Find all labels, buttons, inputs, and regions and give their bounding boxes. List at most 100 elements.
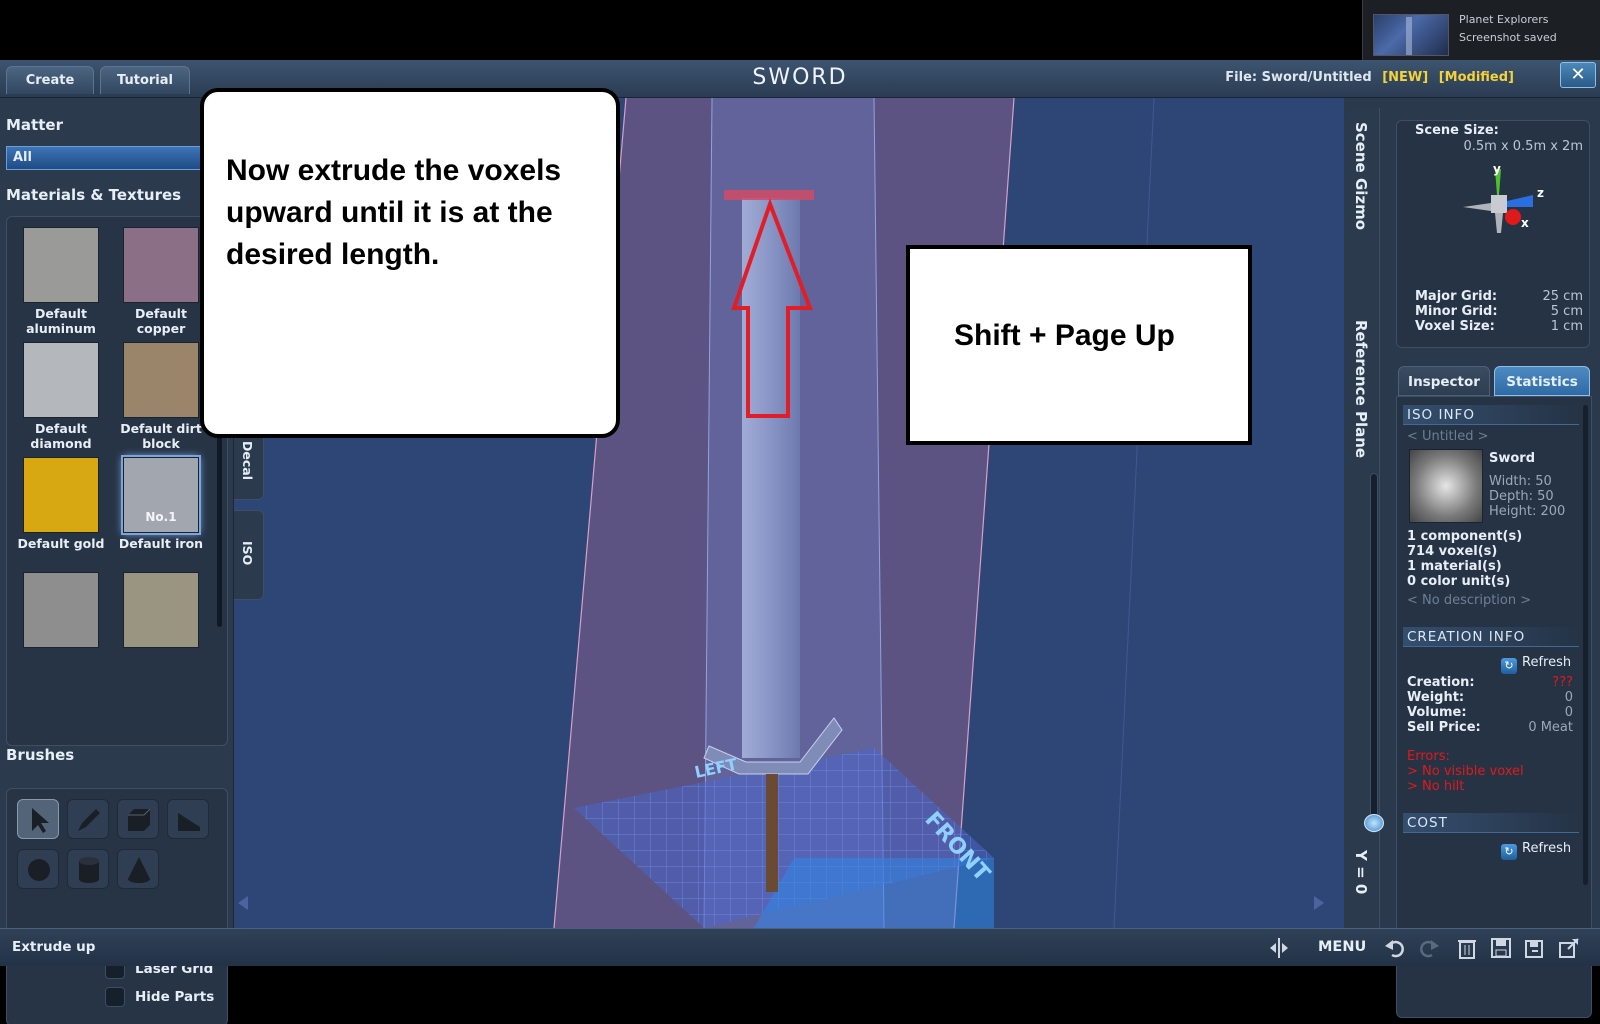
close-button[interactable]: ✕: [1560, 62, 1596, 88]
creation-refresh-button[interactable]: ↻ Refresh: [1501, 655, 1571, 674]
material-swatch: [23, 457, 99, 533]
minor-grid-label: Minor Grid:: [1415, 304, 1498, 319]
material-item[interactable]: [111, 572, 211, 648]
wedge-brush[interactable]: [167, 799, 209, 839]
component-count: 1 component(s): [1407, 529, 1523, 544]
matter-title: Matter: [6, 116, 63, 134]
iso-tab-label: ISO: [240, 541, 255, 566]
new-tag: [NEW]: [1382, 70, 1429, 85]
reference-plane-tab[interactable]: Reference Plane: [1352, 320, 1370, 458]
material-label: Default dirt block: [120, 421, 202, 451]
iso-description[interactable]: < No description >: [1407, 593, 1531, 608]
file-info: File: Sword/Untitled [NEW] [Modified]: [1225, 70, 1514, 85]
trash-icon[interactable]: [1456, 937, 1478, 959]
material-copper[interactable]: Default copper: [111, 227, 211, 336]
material-aluminum[interactable]: Default aluminum: [11, 227, 111, 336]
volume-value: 0: [1564, 705, 1573, 720]
hide-parts-checkbox[interactable]: [105, 987, 125, 1007]
material-diamond[interactable]: Default diamond: [11, 342, 111, 451]
material-swatch: [23, 572, 99, 648]
iso-name[interactable]: < Untitled >: [1407, 429, 1488, 444]
tutorial-tab[interactable]: Tutorial: [100, 66, 190, 94]
menu-button[interactable]: MENU: [1318, 939, 1366, 955]
weight-label: Weight:: [1407, 690, 1465, 705]
scene-gizmo-panel: Scene Size: 0.5m x 0.5m x 2m y z x Major…: [1396, 120, 1590, 348]
brushes-title: Brushes: [6, 746, 75, 764]
sphere-brush[interactable]: [17, 849, 59, 889]
sphere-icon: [28, 859, 50, 881]
voxel-size-label: Voxel Size:: [1415, 319, 1495, 334]
pencil-brush[interactable]: [67, 799, 109, 839]
volume-label: Volume:: [1407, 705, 1467, 720]
select-brush[interactable]: [17, 799, 59, 839]
matter-dropdown[interactable]: All: [6, 146, 202, 170]
editor-title: SWORD: [752, 65, 848, 90]
material-label: Default iron: [118, 536, 204, 551]
cylinder-brush[interactable]: [67, 849, 109, 889]
pencil-icon: [78, 809, 100, 831]
reference-plane-slider[interactable]: [1370, 473, 1378, 833]
bottom-bar: Extrude up MENU: [0, 928, 1600, 966]
decal-tab-label: Decal: [240, 441, 255, 480]
z-axis-label: z: [1537, 186, 1544, 200]
weight-value: 0: [1564, 690, 1573, 705]
axis-gizmo[interactable]: y z x: [1447, 163, 1547, 263]
create-tab[interactable]: Create: [6, 66, 94, 94]
material-iron[interactable]: No.1 Default iron: [111, 457, 211, 551]
export-icon[interactable]: [1558, 937, 1580, 959]
tab-inspector[interactable]: Inspector: [1398, 366, 1490, 396]
color-unit-count: 0 color unit(s): [1407, 574, 1511, 589]
creation-info-header: CREATION INFO: [1403, 627, 1579, 647]
errors-label: Errors:: [1407, 749, 1450, 764]
brushes-panel: Laser Grid Hide Parts: [6, 788, 228, 1024]
material-label: Default aluminum: [26, 306, 96, 336]
decal-tab[interactable]: Decal: [234, 430, 264, 500]
x-axis-label: x: [1521, 216, 1529, 230]
material-swatch: [23, 227, 99, 303]
material-slot-number: No.1: [145, 510, 177, 524]
redo-icon[interactable]: [1418, 937, 1440, 959]
material-swatch: [123, 572, 199, 648]
material-gold[interactable]: Default gold: [11, 457, 111, 551]
materials-grid: Default aluminum Default copper Default dia…: [6, 216, 228, 746]
iso-type: Sword: [1489, 451, 1536, 466]
y-axis-label: y: [1493, 163, 1501, 176]
material-label: Default copper: [135, 306, 187, 336]
shortcut-callout: Shift + Page Up: [906, 245, 1252, 445]
save-as-icon[interactable]: [1524, 937, 1546, 959]
creation-value: ???: [1552, 675, 1573, 690]
material-count: 1 material(s): [1407, 559, 1502, 574]
statistics-scrollbar[interactable]: [1583, 405, 1588, 885]
minor-grid-value: 5 cm: [1550, 304, 1583, 319]
scene-gizmo-tab[interactable]: Scene Gizmo: [1352, 122, 1370, 230]
modified-tag: [Modified]: [1438, 70, 1514, 85]
materials-title: Materials & Textures: [6, 186, 182, 204]
reference-plane-slider-knob[interactable]: [1364, 814, 1384, 832]
box-brush[interactable]: [117, 799, 159, 839]
scene-size-value: 0.5m x 0.5m x 2m: [1463, 139, 1583, 154]
iso-thumbnail-icon: [1409, 449, 1483, 523]
voxel-size-value: 1 cm: [1550, 319, 1583, 334]
notification-message: Screenshot saved: [1459, 31, 1557, 44]
iso-tab[interactable]: ISO: [234, 510, 264, 600]
tab-statistics[interactable]: Statistics: [1494, 366, 1590, 396]
save-icon[interactable]: [1490, 937, 1512, 959]
material-dirt-block[interactable]: Default dirt block: [111, 342, 211, 451]
notification-app-name: Planet Explorers: [1459, 13, 1549, 26]
material-swatch: No.1: [123, 457, 199, 533]
iso-depth: Depth: 50: [1489, 489, 1554, 504]
undo-icon[interactable]: [1384, 937, 1406, 959]
sword-blade: [742, 198, 800, 758]
cone-brush[interactable]: [117, 849, 159, 889]
cone-icon: [128, 857, 150, 883]
refresh-icon: ↻: [1501, 658, 1517, 674]
iso-height: Height: 200: [1489, 504, 1566, 519]
material-item[interactable]: [11, 572, 111, 648]
cost-refresh-button[interactable]: ↻ Refresh: [1501, 841, 1571, 860]
mirror-icon[interactable]: [1268, 937, 1290, 959]
hide-parts-label: Hide Parts: [135, 989, 215, 1005]
material-swatch: [123, 342, 199, 418]
error-no-visible-voxel: > No visible voxel: [1407, 764, 1524, 779]
major-grid-label: Major Grid:: [1415, 289, 1498, 304]
material-swatch: [23, 342, 99, 418]
